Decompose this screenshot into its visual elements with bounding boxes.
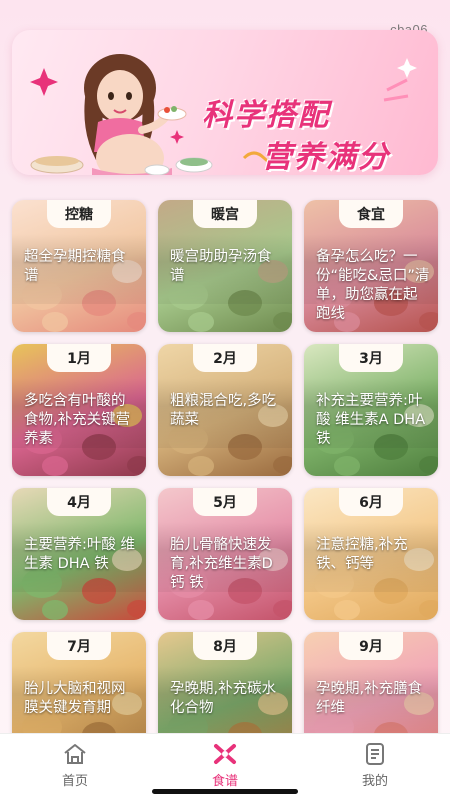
- recipe-card[interactable]: 控糖超全孕期控糖食谱: [12, 200, 146, 332]
- card-tag: 9月: [339, 632, 403, 660]
- food-decoration: [127, 456, 146, 474]
- recipe-grid: 控糖 超全孕期控糖食谱 暖宫 暖宫助助孕汤食谱 食宜 备孕怎么吃？一份“能吃&忌口”清单，…: [12, 200, 438, 764]
- tab-recipes-label: 食谱: [211, 774, 238, 789]
- card-tag: 5月: [193, 488, 257, 516]
- card-tag: 4月: [47, 488, 111, 516]
- home-indicator: [152, 789, 298, 794]
- tab-home[interactable]: 首页: [30, 742, 120, 789]
- profile-icon: [366, 743, 384, 765]
- recipe-card[interactable]: 2月粗粮混合吃,多吃蔬菜: [158, 344, 292, 476]
- card-tag: 1月: [47, 344, 111, 372]
- card-description: 暖宫助助孕汤食谱: [170, 249, 272, 284]
- recipe-card[interactable]: 1月多吃含有叶酸的食物,补充关键营养素: [12, 344, 146, 476]
- food-decoration: [419, 456, 438, 474]
- food-decoration: [188, 600, 214, 620]
- card-tag: 食宜: [339, 200, 403, 228]
- card-description: 补充主要营养:叶酸 维生素A DHA 铁: [316, 393, 426, 447]
- tab-home-label: 首页: [61, 774, 88, 789]
- food-decoration: [188, 456, 214, 476]
- food-decoration: [42, 456, 68, 476]
- card-description: 粗粮混合吃,多吃蔬菜: [170, 393, 277, 428]
- food-decoration: [127, 600, 146, 618]
- home-icon: [64, 744, 86, 764]
- recipe-card[interactable]: 6月注意控糖,补充铁、钙等: [304, 488, 438, 620]
- food-decoration: [188, 312, 214, 332]
- tab-recipes[interactable]: 食谱: [180, 742, 270, 789]
- card-tag: 7月: [47, 632, 111, 660]
- card-description: 胎儿大脑和视网膜关键发育期: [24, 681, 126, 716]
- food-decoration: [127, 312, 146, 330]
- card-tag: 暖宫: [193, 200, 257, 228]
- food-decoration: [334, 456, 360, 476]
- card-description: 孕晚期,补充膳食纤维: [316, 681, 423, 716]
- food-decoration: [42, 312, 68, 332]
- tab-profile[interactable]: 我的: [330, 742, 420, 789]
- banner-title: 科学搭配: [202, 98, 330, 133]
- recipe-card[interactable]: 4月主要营养:叶酸 维生素 DHA 铁: [12, 488, 146, 620]
- recipe-icon: [214, 744, 236, 764]
- food-decoration: [273, 456, 292, 474]
- card-description: 注意控糖,补充铁、钙等: [316, 537, 408, 572]
- recipe-card[interactable]: 3月补充主要营养:叶酸 维生素A DHA 铁: [304, 344, 438, 476]
- card-tag: 3月: [339, 344, 403, 372]
- card-description: 备孕怎么吃？一份“能吃&忌口”清单，助您赢在起跑线: [316, 249, 430, 322]
- card-tag: 控糖: [47, 200, 111, 228]
- food-decoration: [334, 600, 360, 620]
- recipe-card[interactable]: 食宜备孕怎么吃？一份“能吃&忌口”清单，助您赢在起跑线: [304, 200, 438, 332]
- card-tag: 2月: [193, 344, 257, 372]
- promo-banner[interactable]: 科学搭配 营养满分: [12, 30, 438, 175]
- tab-profile-label: 我的: [361, 774, 388, 789]
- banner-subtitle: 营养满分: [262, 140, 390, 175]
- food-decoration: [273, 312, 292, 330]
- card-description: 孕晚期,补充碳水化合物: [170, 681, 277, 716]
- card-description: 超全孕期控糖食谱: [24, 249, 126, 284]
- card-description: 多吃含有叶酸的食物,补充关键营养素: [24, 393, 131, 447]
- recipe-card[interactable]: 暖宫暖宫助助孕汤食谱: [158, 200, 292, 332]
- card-tag: 8月: [193, 632, 257, 660]
- card-description: 主要营养:叶酸 维生素 DHA 铁: [24, 537, 135, 572]
- food-decoration: [42, 600, 68, 620]
- food-decoration: [273, 600, 292, 618]
- card-description: 胎儿骨骼快速发育,补充维生素D 钙 铁: [170, 537, 273, 591]
- recipe-card[interactable]: 5月胎儿骨骼快速发育,补充维生素D 钙 铁: [158, 488, 292, 620]
- card-tag: 6月: [339, 488, 403, 516]
- food-decoration: [419, 600, 438, 618]
